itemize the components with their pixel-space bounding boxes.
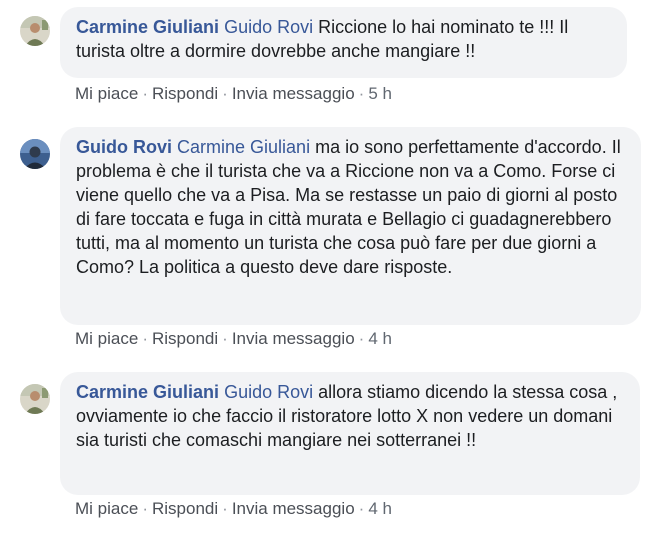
like-link[interactable]: Mi piace	[75, 84, 138, 103]
separator: ·	[358, 499, 365, 518]
profile-photo-icon	[20, 384, 50, 414]
separator: ·	[222, 84, 228, 103]
avatar[interactable]	[20, 384, 50, 414]
comment-bubble: Carmine Giuliani Guido Rovi allora stiam…	[60, 372, 640, 495]
comment-author[interactable]: Carmine Giuliani	[76, 382, 219, 402]
comment-mention[interactable]: Guido Rovi	[224, 17, 313, 37]
separator: ·	[142, 329, 148, 348]
separator: ·	[358, 329, 365, 348]
comment-bubble: Carmine Giuliani Guido Rovi Riccione lo …	[60, 7, 627, 78]
comment-actions: Mi piace · Rispondi · Invia messaggio · 5 h	[75, 84, 392, 104]
comment-actions: Mi piace · Rispondi · Invia messaggio · 4 h	[75, 499, 392, 519]
profile-photo-icon	[20, 139, 50, 169]
send-message-link[interactable]: Invia messaggio	[232, 329, 355, 348]
separator: ·	[222, 499, 228, 518]
separator: ·	[358, 84, 365, 103]
timestamp[interactable]: 4 h	[368, 329, 392, 348]
comment-author[interactable]: Guido Rovi	[76, 137, 172, 157]
like-link[interactable]: Mi piace	[75, 329, 138, 348]
like-link[interactable]: Mi piace	[75, 499, 138, 518]
profile-photo-icon	[20, 16, 50, 46]
timestamp[interactable]: 4 h	[368, 499, 392, 518]
timestamp[interactable]: 5 h	[368, 84, 392, 103]
comment-mention[interactable]: Guido Rovi	[224, 382, 313, 402]
send-message-link[interactable]: Invia messaggio	[232, 499, 355, 518]
comment-bubble: Guido Rovi Carmine Giuliani ma io sono p…	[60, 127, 641, 325]
reply-link[interactable]: Rispondi	[152, 499, 218, 518]
comment-author[interactable]: Carmine Giuliani	[76, 17, 219, 37]
avatar[interactable]	[20, 16, 50, 46]
separator: ·	[142, 499, 148, 518]
reply-link[interactable]: Rispondi	[152, 329, 218, 348]
reply-link[interactable]: Rispondi	[152, 84, 218, 103]
separator: ·	[142, 84, 148, 103]
send-message-link[interactable]: Invia messaggio	[232, 84, 355, 103]
comment-mention[interactable]: Carmine Giuliani	[177, 137, 310, 157]
separator: ·	[222, 329, 228, 348]
avatar[interactable]	[20, 139, 50, 169]
comment-actions: Mi piace · Rispondi · Invia messaggio · 4 h	[75, 329, 392, 349]
comment-text: ma io sono perfettamente d'accordo. Il p…	[76, 137, 621, 277]
